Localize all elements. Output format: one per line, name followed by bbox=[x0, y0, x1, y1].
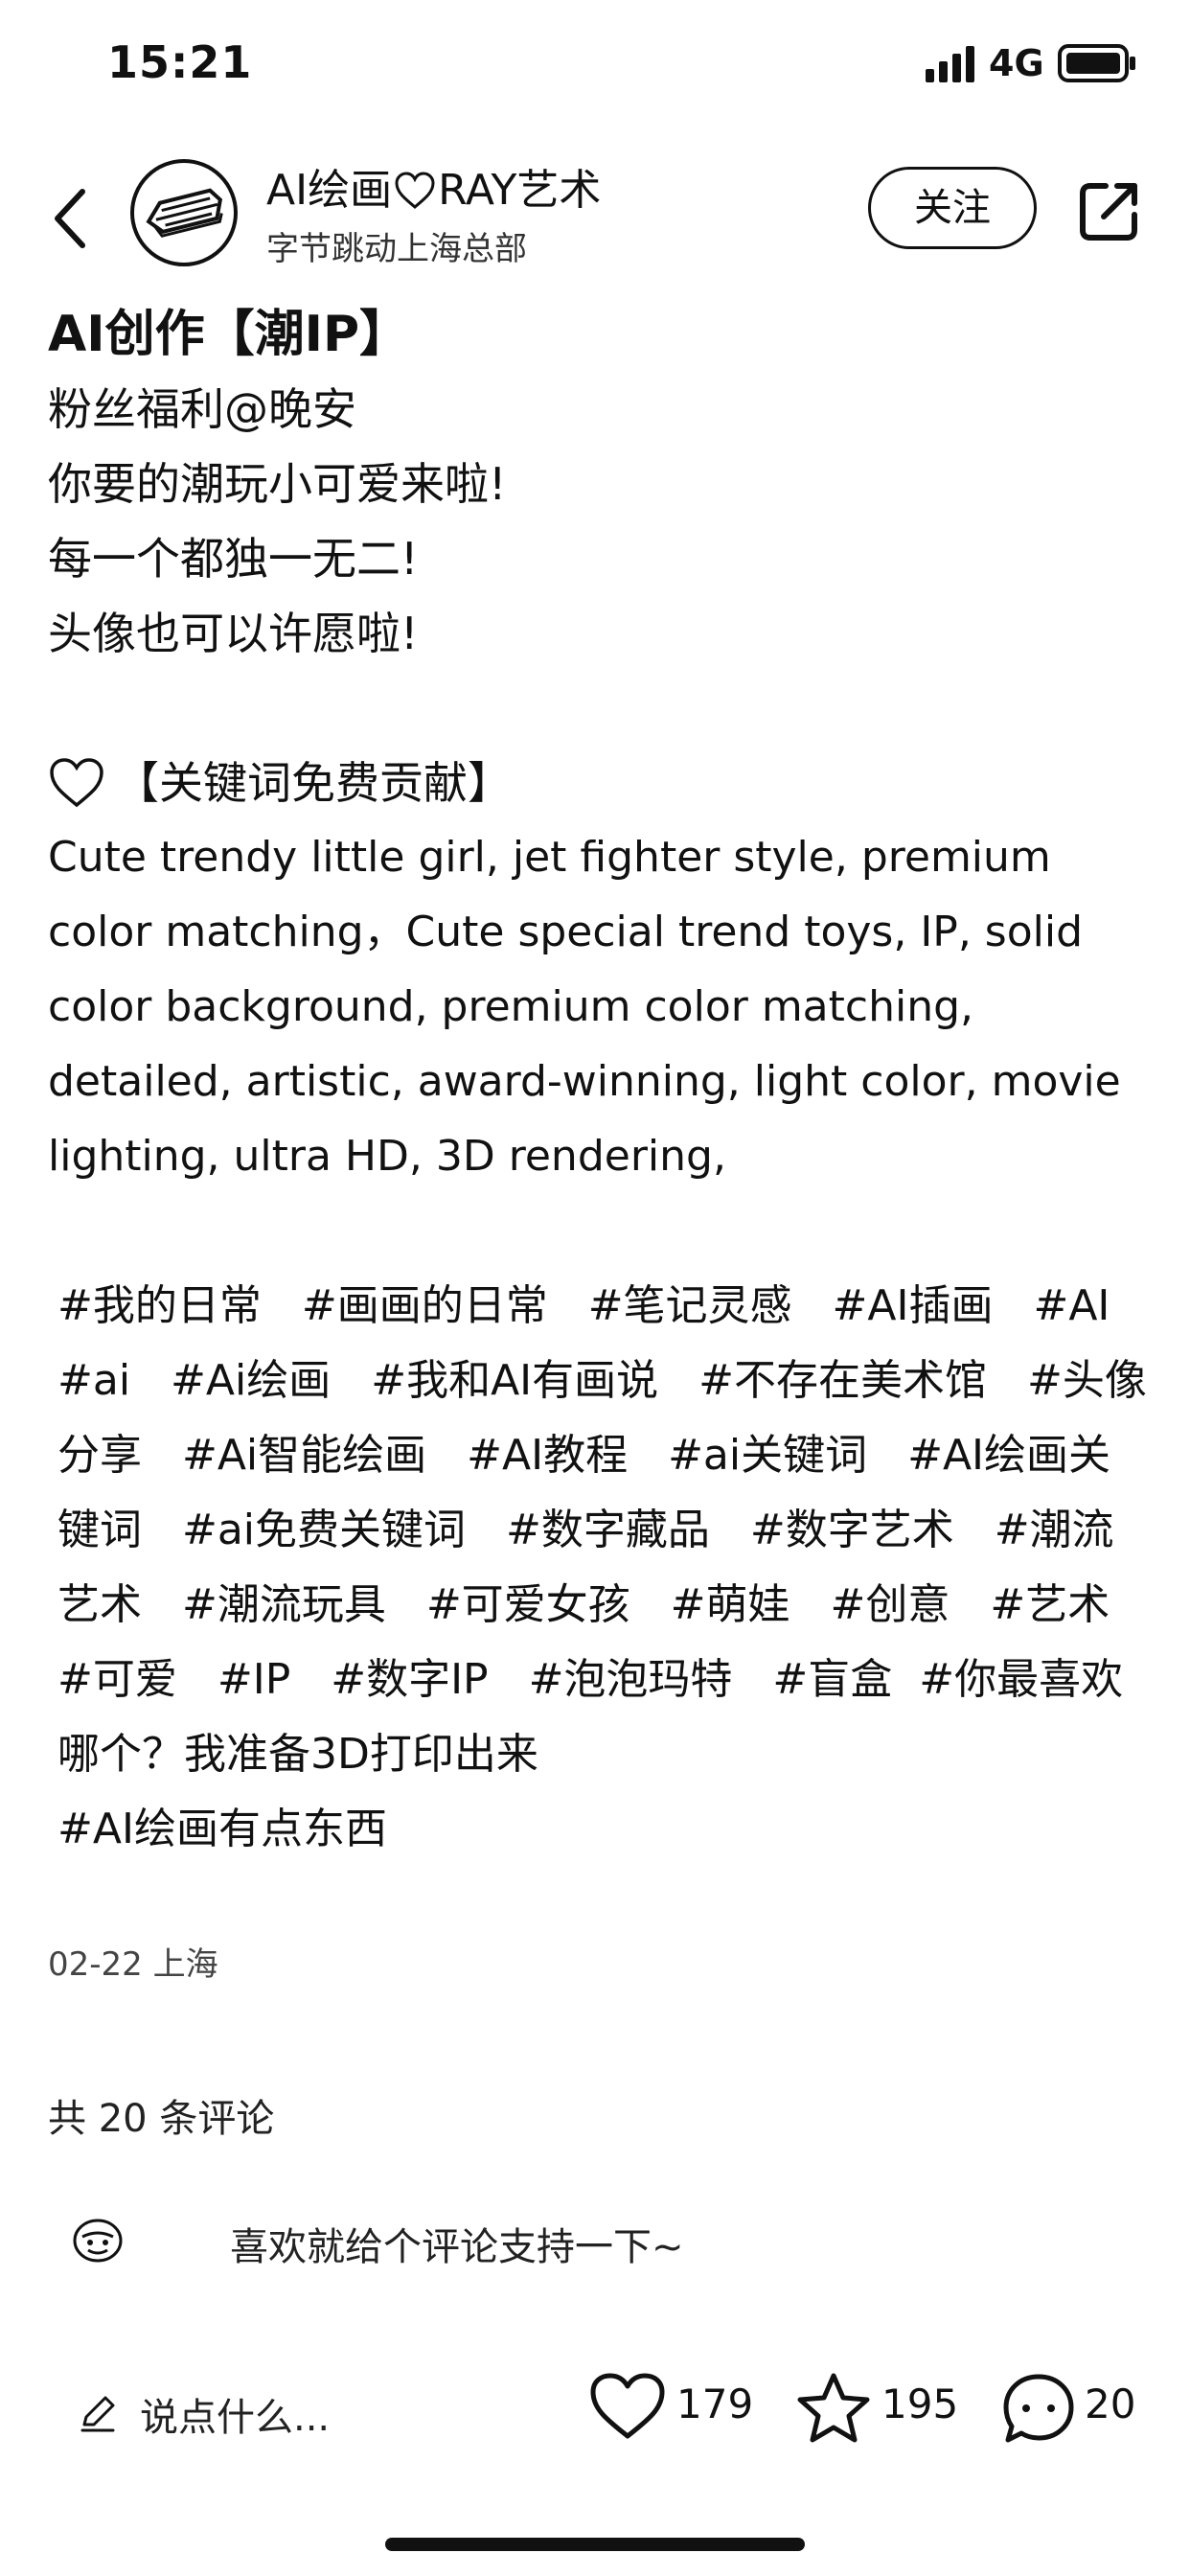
hashtag[interactable]: #Ai智能绘画 bbox=[182, 1431, 426, 1480]
post-line: 粉丝福利@晚安 bbox=[48, 383, 356, 435]
star-icon bbox=[797, 2373, 870, 2443]
hashtag[interactable]: #泡泡玛特 bbox=[529, 1655, 733, 1704]
battery-icon bbox=[1058, 44, 1135, 82]
hashtag[interactable]: #艺术 bbox=[990, 1580, 1110, 1629]
hashtag[interactable]: #画画的日常 bbox=[302, 1281, 548, 1330]
post-line: 每一个都独一无二! bbox=[48, 533, 419, 585]
author-avatar[interactable] bbox=[130, 159, 238, 266]
keywords-heading-text: 【关键词免费贡献】 bbox=[115, 757, 512, 809]
back-icon[interactable] bbox=[44, 180, 98, 257]
hashtag[interactable]: #AI教程 bbox=[467, 1431, 628, 1480]
author-name-part1: AI绘画 bbox=[266, 166, 393, 215]
hashtag[interactable]: #我的日常 bbox=[57, 1281, 262, 1330]
comment-input-placeholder: 说点什么... bbox=[140, 2396, 331, 2440]
comment-prompt-text: 喜欢就给个评论支持一下~ bbox=[230, 2225, 684, 2269]
hashtag[interactable]: #盲盒 bbox=[772, 1655, 892, 1704]
tag-list: #我的日常 #画画的日常 #笔记灵感 #AI插画 #AI #ai #Ai绘画 #… bbox=[48, 1269, 1150, 1792]
hashtag[interactable]: #AI bbox=[1033, 1281, 1110, 1330]
hashtag[interactable]: #数字艺术 bbox=[750, 1506, 954, 1554]
like-button[interactable]: 179 bbox=[588, 2367, 754, 2448]
share-icon[interactable] bbox=[1077, 178, 1142, 243]
hashtag[interactable]: #笔记灵感 bbox=[588, 1281, 792, 1330]
status-time: 15:21 bbox=[107, 36, 253, 88]
hashtag[interactable]: #可爱 bbox=[57, 1655, 177, 1704]
hashtag[interactable]: #我和AI有画说 bbox=[371, 1356, 658, 1405]
hashtag[interactable]: #ai免费关键词 bbox=[182, 1506, 466, 1554]
comment-count-badge: 20 bbox=[1085, 2380, 1136, 2427]
network-type: 4G bbox=[989, 42, 1044, 84]
comment-input[interactable]: 说点什么... bbox=[77, 2380, 402, 2440]
keywords-heading: 【关键词免费贡献】 bbox=[48, 746, 1150, 820]
comment-prompt[interactable]: 喜欢就给个评论支持一下~ bbox=[67, 2202, 1121, 2279]
favorite-button[interactable]: 195 bbox=[795, 2367, 958, 2448]
author-name[interactable]: AI绘画 RAY艺术 bbox=[266, 155, 601, 217]
hashtag[interactable]: #创意 bbox=[831, 1580, 950, 1629]
comment-button[interactable]: 20 bbox=[1000, 2367, 1144, 2448]
post-title: AI创作【潮IP】 bbox=[48, 306, 410, 363]
post-line: 头像也可以许愿啦! bbox=[48, 608, 419, 659]
post-line: 你要的潮玩小可爱来啦! bbox=[48, 458, 507, 510]
hashtag[interactable]: #Ai绘画 bbox=[171, 1356, 331, 1405]
post-header: AI绘画 RAY艺术 字节跳动上海总部 关注 bbox=[0, 144, 1190, 288]
bottom-action-bar: 说点什么... 179 195 20 bbox=[0, 2356, 1190, 2461]
author-name-part2: RAY艺术 bbox=[438, 166, 602, 215]
heart-icon bbox=[590, 2373, 665, 2439]
follow-button[interactable]: 关注 bbox=[868, 167, 1037, 249]
hashtag[interactable]: #萌娃 bbox=[671, 1580, 790, 1629]
pencil-icon bbox=[80, 2396, 115, 2432]
hashtag[interactable]: #潮流玩具 bbox=[182, 1580, 386, 1629]
like-count: 179 bbox=[676, 2380, 754, 2427]
comment-count: 共 20 条评论 bbox=[48, 2097, 275, 2141]
hashtag[interactable]: #AI插画 bbox=[833, 1281, 994, 1330]
heart-icon bbox=[50, 758, 103, 808]
tag-list-last: #AI绘画有点东西 bbox=[48, 1792, 1150, 1867]
emoji-icon bbox=[73, 2219, 123, 2263]
avatar-logo-icon bbox=[146, 188, 223, 238]
keywords-text: Cute trendy little girl, jet fighter sty… bbox=[48, 833, 1121, 1181]
hashtag[interactable]: #不存在美术馆 bbox=[698, 1356, 987, 1405]
author-location: 字节跳动上海总部 bbox=[266, 230, 527, 268]
signal-icon bbox=[926, 46, 974, 82]
hashtag[interactable]: #数字IP bbox=[331, 1655, 488, 1704]
hashtag[interactable]: #可爱女孩 bbox=[426, 1580, 630, 1629]
hashtag[interactable]: #ai bbox=[57, 1356, 130, 1405]
hashtag[interactable]: #数字藏品 bbox=[506, 1506, 710, 1554]
home-indicator[interactable] bbox=[385, 2538, 805, 2551]
comment-bubble-icon bbox=[1003, 2374, 1074, 2443]
hashtag[interactable]: #ai关键词 bbox=[668, 1431, 867, 1480]
heart-icon bbox=[395, 172, 435, 209]
status-bar: 15:21 4G bbox=[0, 0, 1190, 134]
hashtag[interactable]: #IP bbox=[217, 1655, 290, 1704]
favorite-count: 195 bbox=[881, 2380, 959, 2427]
post-date-location: 02-22 上海 bbox=[48, 1945, 218, 1984]
hashtag[interactable]: #AI绘画有点东西 bbox=[57, 1805, 387, 1853]
post-content: AI创作【潮IP】 粉丝福利@晚安 你要的潮玩小可爱来啦! 每一个都独一无二! … bbox=[48, 297, 1150, 1867]
